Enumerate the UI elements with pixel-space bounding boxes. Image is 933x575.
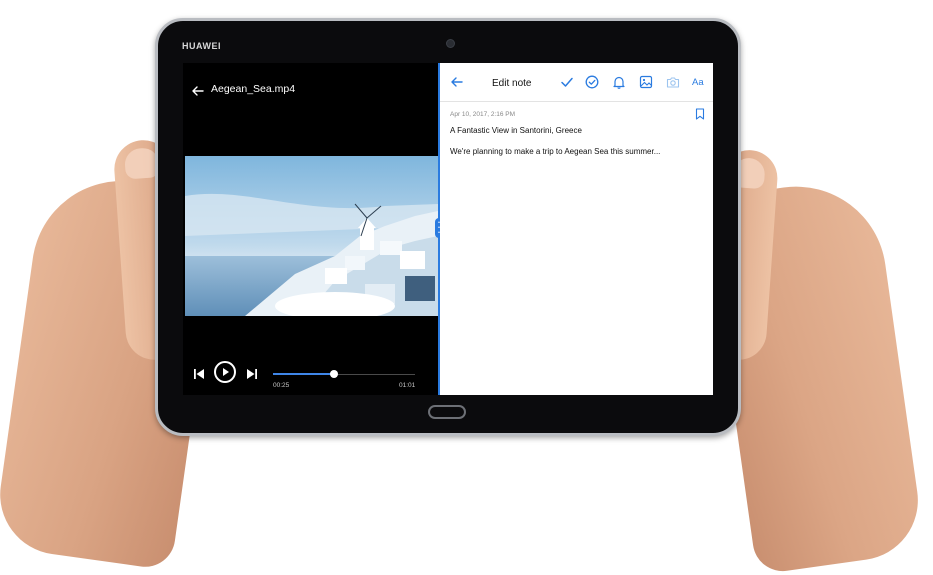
brand-logo: HUAWEI — [182, 41, 221, 51]
skip-previous-icon[interactable] — [193, 368, 205, 380]
arrow-left-icon[interactable] — [191, 84, 205, 98]
playback-controls: 00:25 01:01 — [183, 361, 438, 395]
progress-knob[interactable] — [330, 370, 339, 378]
video-frame[interactable] — [185, 156, 438, 316]
check-icon[interactable] — [560, 75, 574, 89]
progress-slider[interactable] — [273, 370, 415, 378]
note-editor-pane: Edit note Aa Apr 10, 2017, 2:16 PM A Fan… — [440, 63, 713, 395]
image-icon[interactable] — [639, 75, 653, 89]
play-button[interactable] — [214, 361, 236, 383]
note-body[interactable]: We're planning to make a trip to Aegean … — [450, 147, 660, 156]
camera-icon[interactable] — [666, 75, 680, 89]
skip-next-icon[interactable] — [246, 368, 258, 380]
font-style-button[interactable]: Aa — [692, 77, 704, 88]
bookmark-icon[interactable] — [695, 108, 705, 120]
video-title: Aegean_Sea.mp4 — [211, 83, 296, 95]
note-date: Apr 10, 2017, 2:16 PM — [450, 111, 516, 118]
tablet-device: HUAWEI Aegean_Sea.mp4 00:25 01:01 • • • … — [155, 18, 741, 436]
play-icon — [223, 368, 229, 376]
checklist-icon[interactable] — [585, 75, 599, 89]
bell-icon[interactable] — [612, 75, 626, 89]
time-elapsed: 00:25 — [273, 382, 290, 389]
video-player-pane: Aegean_Sea.mp4 00:25 01:01 — [183, 63, 438, 395]
time-total: 01:01 — [399, 382, 416, 389]
home-button[interactable] — [428, 405, 466, 419]
arrow-left-icon[interactable] — [450, 75, 464, 89]
note-heading[interactable]: A Fantastic View in Santorini, Greece — [450, 126, 582, 135]
note-toolbar: Edit note Aa — [440, 63, 713, 102]
screen: Aegean_Sea.mp4 00:25 01:01 • • • Edit no… — [183, 63, 713, 395]
front-camera — [446, 39, 455, 48]
note-editor-title: Edit note — [492, 78, 532, 89]
progress-fill — [273, 373, 335, 375]
